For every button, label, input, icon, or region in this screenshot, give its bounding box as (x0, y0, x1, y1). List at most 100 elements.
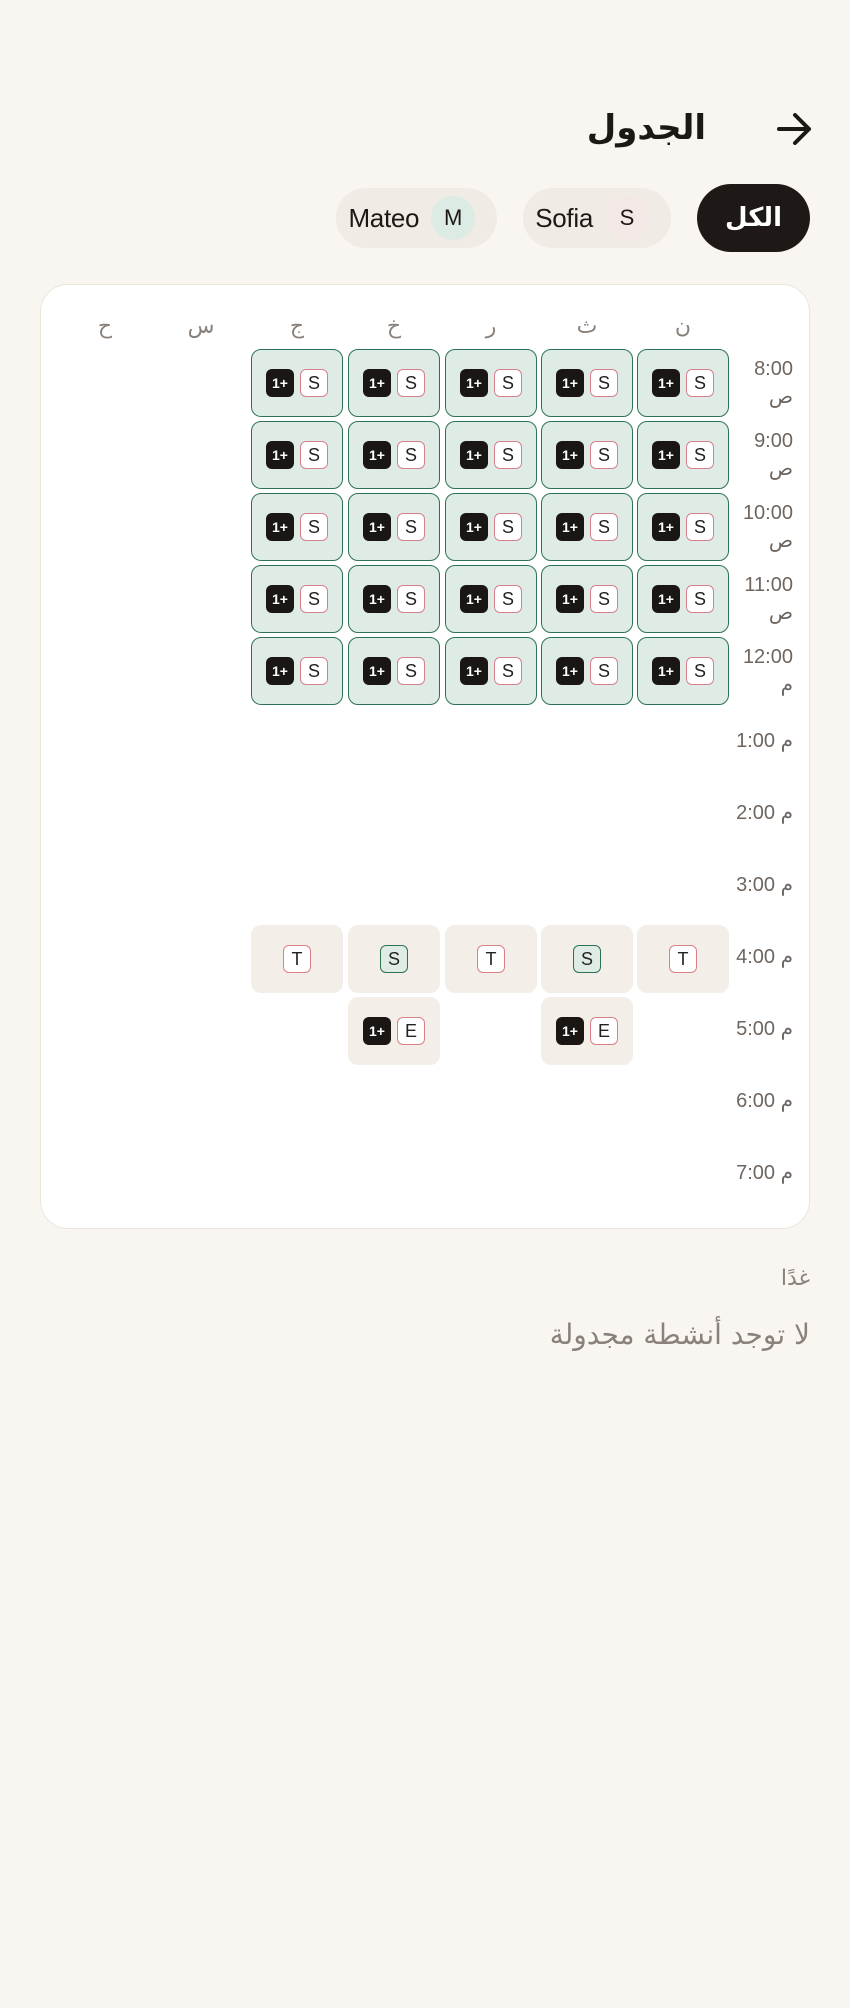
extra-count-badge: 1+ (556, 369, 584, 397)
extra-count-badge: 1+ (363, 585, 391, 613)
person-badge: E (590, 1017, 618, 1045)
schedule-slot[interactable]: T (637, 925, 729, 993)
schedule-slot[interactable]: 1+ S (251, 493, 343, 561)
person-badge: S (494, 441, 522, 469)
schedule-slot[interactable]: 1+ S (637, 421, 729, 489)
schedule-slot[interactable]: 1+ S (251, 565, 343, 633)
extra-count-badge: 1+ (460, 513, 488, 541)
schedule-slot[interactable]: 1+ S (541, 565, 633, 633)
person-badge: S (686, 657, 714, 685)
schedule-slot[interactable]: 1+ S (348, 637, 440, 705)
person-badge: S (380, 945, 408, 973)
time-label: 9:00 ص (754, 430, 793, 480)
person-badge: S (494, 513, 522, 541)
avatar: S (604, 196, 649, 240)
filter-all-chip[interactable]: الكل (696, 184, 810, 252)
extra-count-badge: 1+ (652, 513, 680, 541)
schedule-slot[interactable]: 1+ S (348, 565, 440, 633)
extra-count-badge: 1+ (266, 513, 294, 541)
extra-count-badge: 1+ (363, 369, 391, 397)
extra-count-badge: 1+ (266, 441, 294, 469)
avatar: M (431, 196, 476, 240)
schedule-slot[interactable]: 1+ S (445, 421, 537, 489)
person-badge: S (397, 657, 425, 685)
time-label: 12:00 م (742, 646, 793, 696)
chip-name: Mateo (348, 202, 420, 233)
extra-count-badge: 1+ (652, 441, 680, 469)
extra-count-badge: 1+ (460, 657, 488, 685)
back-button[interactable] (770, 104, 820, 154)
filter-all-label: الكل (724, 203, 782, 233)
schedule-slot[interactable]: 1+ E (541, 997, 633, 1065)
person-badge: S (590, 369, 618, 397)
schedule-slot[interactable]: S (348, 925, 440, 993)
schedule-slot[interactable]: 1+ S (541, 349, 633, 417)
schedule-slot[interactable]: 1+ S (445, 637, 537, 705)
tomorrow-label: غدًا (780, 1266, 810, 1291)
schedule-slot[interactable]: 1+ S (637, 493, 729, 561)
person-badge: S (590, 585, 618, 613)
schedule-slot[interactable]: 1+ S (541, 637, 633, 705)
schedule-slot[interactable]: 1+ S (541, 493, 633, 561)
day-header: ث (576, 314, 598, 339)
time-label: 5:00 م (736, 1018, 793, 1040)
schedule-slot[interactable]: 1+ S (251, 637, 343, 705)
extra-count-badge: 1+ (556, 513, 584, 541)
schedule-slot[interactable]: 1+ S (637, 565, 729, 633)
extra-count-badge: 1+ (266, 585, 294, 613)
schedule-slot[interactable]: 1+ S (251, 349, 343, 417)
time-label: 11:00 ص (744, 574, 793, 624)
schedule-slot[interactable]: 1+ S (348, 493, 440, 561)
person-badge: S (300, 441, 328, 469)
time-label: 6:00 م (736, 1090, 793, 1112)
person-badge: S (397, 585, 425, 613)
day-header: ح (97, 314, 113, 339)
schedule-slot[interactable]: 1+ S (251, 421, 343, 489)
time-label: 2:00 م (736, 802, 793, 824)
person-badge: S (590, 513, 618, 541)
person-badge: T (669, 945, 697, 973)
person-badge: S (300, 657, 328, 685)
person-badge: T (283, 945, 311, 973)
person-badge: S (397, 369, 425, 397)
page-title: الجدول (586, 108, 706, 148)
day-header: ن (674, 314, 692, 339)
person-badge: E (397, 1017, 425, 1045)
extra-count-badge: 1+ (460, 369, 488, 397)
person-badge: S (494, 369, 522, 397)
extra-count-badge: 1+ (556, 585, 584, 613)
person-badge: S (686, 585, 714, 613)
extra-count-badge: 1+ (556, 441, 584, 469)
extra-count-badge: 1+ (363, 657, 391, 685)
schedule-slot[interactable]: T (251, 925, 343, 993)
extra-count-badge: 1+ (363, 1017, 391, 1045)
filter-sofia-chip[interactable]: Sofia S (523, 188, 671, 248)
schedule-slot[interactable]: 1+ S (637, 349, 729, 417)
extra-count-badge: 1+ (652, 369, 680, 397)
extra-count-badge: 1+ (460, 585, 488, 613)
day-header: خ (386, 314, 402, 339)
person-badge: T (477, 945, 505, 973)
person-badge: S (686, 441, 714, 469)
schedule-slot[interactable]: 1+ S (541, 421, 633, 489)
extra-count-badge: 1+ (363, 513, 391, 541)
filter-mateo-chip[interactable]: Mateo M (336, 188, 498, 248)
extra-count-badge: 1+ (363, 441, 391, 469)
person-badge: S (590, 441, 618, 469)
schedule-slot[interactable]: 1+ S (445, 349, 537, 417)
time-label: 1:00 م (736, 730, 793, 752)
day-header: ج (289, 314, 305, 339)
arrow-right-icon (777, 113, 811, 145)
schedule-slot[interactable]: 1+ S (445, 565, 537, 633)
schedule-slot[interactable]: T (445, 925, 537, 993)
schedule-slot[interactable]: 1+ E (348, 997, 440, 1065)
weekly-schedule-card: ن ث ر خ ج س ح 8:00 ص 9:00 ص 10:00 ص 11:00 ص 12:00 م… (40, 284, 810, 1229)
person-badge: S (494, 585, 522, 613)
schedule-slot[interactable]: 1+ S (445, 493, 537, 561)
schedule-slot[interactable]: 1+ S (348, 349, 440, 417)
time-label: 3:00 م (736, 874, 793, 896)
schedule-slot[interactable]: 1+ S (637, 637, 729, 705)
schedule-slot[interactable]: S (541, 925, 633, 993)
person-badge: S (686, 513, 714, 541)
schedule-slot[interactable]: 1+ S (348, 421, 440, 489)
